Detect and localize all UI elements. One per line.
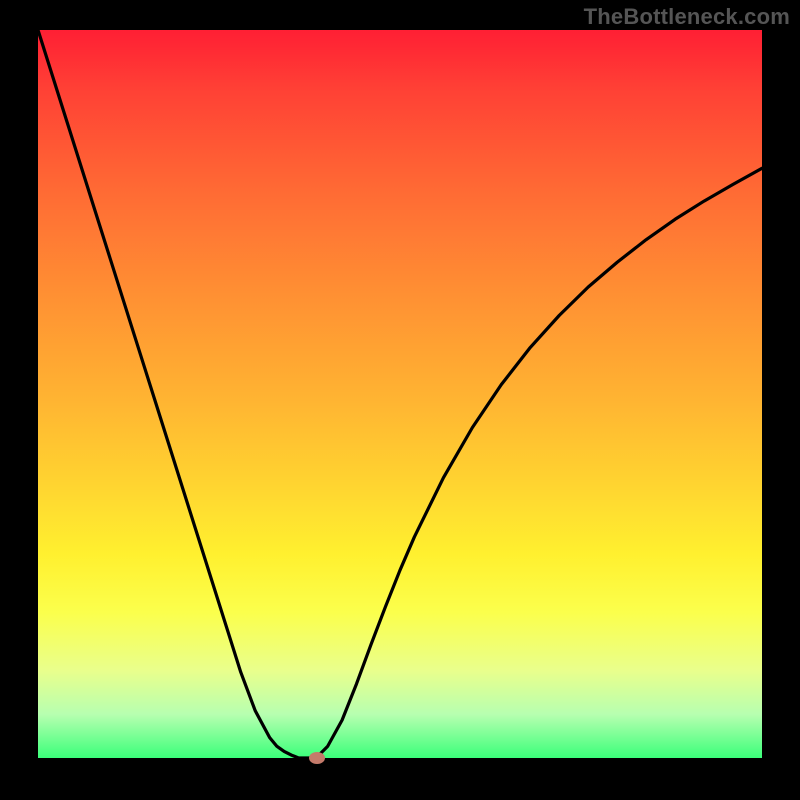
plot-area <box>38 30 762 758</box>
optimum-marker <box>309 752 325 764</box>
bottleneck-curve <box>38 30 762 758</box>
watermark-text: TheBottleneck.com <box>584 4 790 30</box>
chart-container: TheBottleneck.com <box>0 0 800 800</box>
